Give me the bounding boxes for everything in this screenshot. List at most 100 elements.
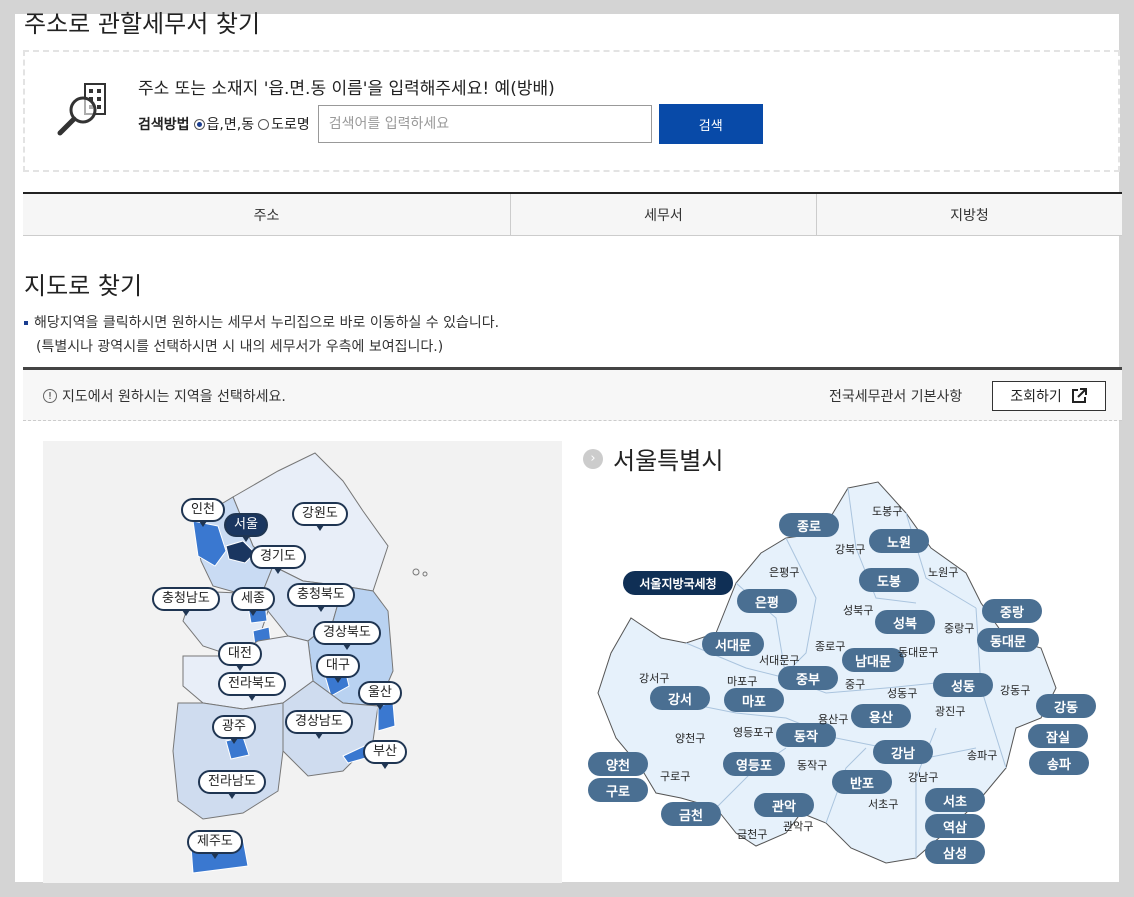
region-label-busan[interactable]: 부산 <box>363 740 407 769</box>
tax-office-gangnam[interactable]: 강남 <box>873 740 933 764</box>
tax-office-jungbu[interactable]: 중부 <box>778 666 838 690</box>
seoul-title-text: 서울특별시 <box>613 447 724 475</box>
district-label: 양천구 <box>675 732 706 745</box>
radio-checked-icon[interactable] <box>193 118 205 130</box>
search-button[interactable]: 검색 <box>658 104 763 144</box>
info-icon: ! <box>43 389 57 403</box>
dokdo-island <box>422 571 428 577</box>
search-row: 검색방법 읍,면,동 도로명 검색 <box>138 104 763 144</box>
tax-office-gwanak[interactable]: 관악 <box>754 793 814 817</box>
region-label-jeju[interactable]: 제주도 <box>187 830 243 859</box>
tax-office-seocho[interactable]: 서초 <box>925 788 985 812</box>
region-label-gyeonggi[interactable]: 경기도 <box>250 545 306 574</box>
tax-office-nowon[interactable]: 노원 <box>869 529 929 553</box>
district-label: 광진구 <box>935 705 966 718</box>
tax-office-geumcheon[interactable]: 금천 <box>661 802 721 826</box>
search-description: 주소 또는 소재지 '읍.면.동 이름'을 입력해주세요! 예(방배) <box>138 79 555 99</box>
region-label-incheon[interactable]: 인천 <box>181 498 225 527</box>
tax-office-jongno[interactable]: 종로 <box>779 513 839 537</box>
district-label: 서초구 <box>868 798 899 811</box>
tab-address[interactable]: 주소 <box>23 194 511 235</box>
radio-road-name[interactable]: 도로명 <box>258 114 310 134</box>
tax-office-yeoksam[interactable]: 역삼 <box>925 814 985 838</box>
tax-office-guro[interactable]: 구로 <box>588 778 648 802</box>
map-info-bar: ! 지도에서 원하시는 지역을 선택하세요. 전국세무관서 기본사항 조회하기 <box>23 367 1122 421</box>
region-label-daejeon[interactable]: 대전 <box>218 642 262 671</box>
tax-office-jamsil[interactable]: 잠실 <box>1028 724 1088 748</box>
chevron-right-icon: › <box>583 448 603 469</box>
map-instruction-subnote: (특별시나 광역시를 선택하시면 시 내의 세무서가 우측에 보여집니다.) <box>36 339 444 355</box>
tax-office-banpo[interactable]: 반포 <box>832 770 892 794</box>
district-label: 도봉구 <box>872 505 903 518</box>
region-label-seoul[interactable]: 서울 <box>224 513 268 542</box>
seoul-title: › 서울특별시 <box>583 441 723 476</box>
tax-office-songpa[interactable]: 송파 <box>1029 751 1089 775</box>
tax-office-yangcheon[interactable]: 양천 <box>588 752 648 776</box>
district-label: 강서구 <box>639 672 670 685</box>
tab-regional-office[interactable]: 지방청 <box>817 194 1122 235</box>
region-label-gwangju[interactable]: 광주 <box>212 715 256 744</box>
tax-office-dongdaemun[interactable]: 동대문 <box>977 628 1039 652</box>
region-label-gyeongnam[interactable]: 경상남도 <box>285 710 353 739</box>
district-label: 서대문구 <box>759 654 800 667</box>
district-label: 구로구 <box>660 770 691 783</box>
tax-office-seongdong[interactable]: 성동 <box>933 673 993 697</box>
district-label: 금천구 <box>737 828 768 841</box>
tax-office-eunpyeong[interactable]: 은평 <box>737 589 797 613</box>
seoul-map: 종로 노원 도봉 은평 중랑 성북 서대문 동대문 남대문 중부 마포 성동 강… <box>586 478 1116 878</box>
tax-office-seodaemun[interactable]: 서대문 <box>702 632 764 656</box>
district-label: 중구 <box>845 678 866 691</box>
tax-office-mapo[interactable]: 마포 <box>724 688 784 712</box>
region-label-sejong[interactable]: 세종 <box>231 587 275 616</box>
tax-office-seongbuk[interactable]: 성북 <box>875 610 935 634</box>
district-label: 은평구 <box>769 566 800 579</box>
region-label-chungbuk[interactable]: 충청북도 <box>287 583 355 612</box>
region-label-jeonnam[interactable]: 전라남도 <box>198 770 266 799</box>
tax-office-namdaemun[interactable]: 남대문 <box>842 648 904 672</box>
region-label-chungnam[interactable]: 충청남도 <box>152 587 220 616</box>
radio-label: 도로명 <box>271 117 310 133</box>
tax-office-gangseo[interactable]: 강서 <box>650 686 710 710</box>
district-label: 용산구 <box>818 713 849 726</box>
result-tabs: 주소 세무서 지방청 <box>23 192 1122 236</box>
region-label-daegu[interactable]: 대구 <box>316 654 360 683</box>
map-instruction-note: 해당지역을 클릭하시면 원하시는 세무서 누리집으로 바로 이동하실 수 있습니… <box>24 312 499 332</box>
tax-office-samsung[interactable]: 삼성 <box>925 840 985 864</box>
tax-office-gangdong[interactable]: 강동 <box>1036 694 1096 718</box>
district-label: 노원구 <box>928 566 959 579</box>
radio-label: 읍,면,동 <box>206 117 255 133</box>
region-label-jeonbuk[interactable]: 전라북도 <box>218 672 286 701</box>
tax-office-yeongdeungpo[interactable]: 영등포 <box>723 752 785 776</box>
region-label-gyeongbuk[interactable]: 경상북도 <box>313 621 381 650</box>
map-info-text: 지도에서 원하시는 지역을 선택하세요. <box>62 389 286 405</box>
tax-office-yongsan[interactable]: 용산 <box>851 704 911 728</box>
tab-tax-office[interactable]: 세무서 <box>511 194 817 235</box>
radio-eupmyeondong[interactable]: 읍,면,동 <box>193 114 255 134</box>
query-button-label: 조회하기 <box>1010 389 1062 405</box>
radio-unchecked-icon[interactable] <box>258 118 270 130</box>
regional-office-seoul[interactable]: 서울지방국세청 <box>623 571 733 595</box>
region-label-gangwon[interactable]: 강원도 <box>292 502 348 531</box>
district-label: 송파구 <box>967 749 998 762</box>
map-section-title: 지도로 찾기 <box>24 272 143 300</box>
district-label: 관악구 <box>783 820 814 833</box>
region-label-ulsan[interactable]: 울산 <box>358 681 402 710</box>
tax-office-dobong[interactable]: 도봉 <box>859 568 919 592</box>
ulleungdo-island <box>412 568 420 576</box>
district-label: 성동구 <box>887 687 918 700</box>
external-link-icon <box>1071 388 1087 403</box>
address-search-box: 주소 또는 소재지 '읍.면.동 이름'을 입력해주세요! 예(방배) 검색방법… <box>23 50 1120 172</box>
building-search-icon <box>57 83 106 136</box>
map-info: ! 지도에서 원하시는 지역을 선택하세요. <box>43 386 286 406</box>
district-label: 종로구 <box>815 640 846 653</box>
basic-info-label: 전국세무관서 기본사항 <box>829 389 963 405</box>
district-label: 강남구 <box>908 771 939 784</box>
tax-office-jungnang[interactable]: 중랑 <box>982 599 1042 623</box>
korea-map: 인천 서울 강원도 경기도 충청남도 세종 충청북도 경상북도 대전 대구 전라… <box>43 441 562 883</box>
query-button[interactable]: 조회하기 <box>992 381 1106 411</box>
district-label: 동대문구 <box>898 646 939 659</box>
district-label: 중랑구 <box>944 622 975 635</box>
search-input[interactable] <box>317 105 652 143</box>
district-label: 영등포구 <box>733 726 774 739</box>
district-label: 강동구 <box>1000 684 1031 697</box>
